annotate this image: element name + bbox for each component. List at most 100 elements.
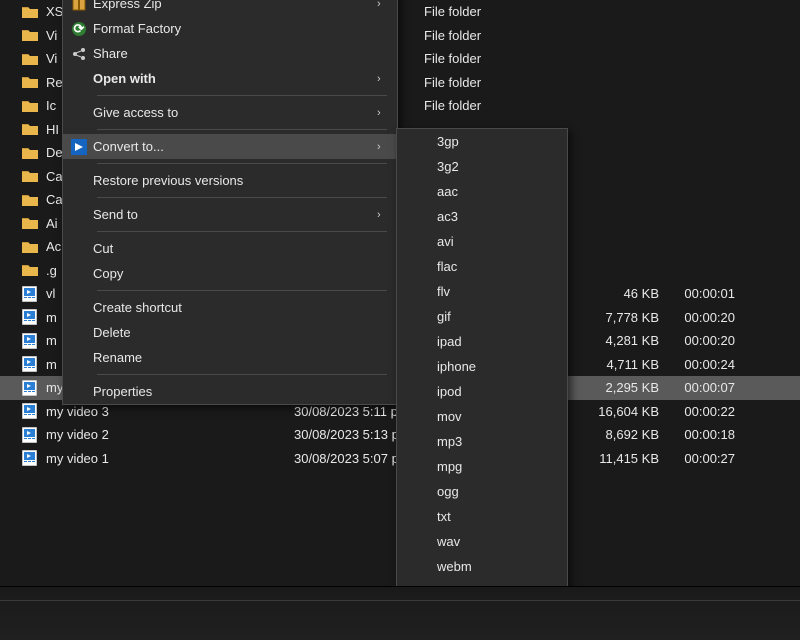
submenu-item-mov[interactable]: mov [397,404,567,429]
file-size: 16,604 KB [574,404,659,419]
folder-icon [22,192,40,208]
submenu-item-label: mpg [437,459,462,474]
submenu-item-wav[interactable]: wav [397,529,567,554]
video-file-icon [22,380,40,396]
file-size: 4,711 KB [574,357,659,372]
menu-item-label: Share [93,46,377,61]
submenu-item-mp3[interactable]: mp3 [397,429,567,454]
submenu-item-ipad[interactable]: ipad [397,329,567,354]
chevron-right-icon: › [377,107,387,119]
menu-item-delete[interactable]: Delete [63,320,397,345]
folder-icon [22,4,40,20]
file-name: my video 3 [46,404,294,419]
status-bar-inner [0,600,800,640]
submenu-item-ogg[interactable]: ogg [397,479,567,504]
menu-item-label: Create shortcut [93,300,377,315]
submenu-item-ipod[interactable]: ipod [397,379,567,404]
video-file-icon [22,333,40,349]
folder-icon [22,121,40,137]
submenu-item-label: gif [437,309,451,324]
submenu-item-label: ipod [437,384,462,399]
chevron-right-icon: › [377,141,387,153]
convert-icon [71,139,93,155]
submenu-item-label: txt [437,509,451,524]
folder-icon [22,168,40,184]
menu-separator [97,197,387,198]
file-size: 4,281 KB [574,333,659,348]
menu-separator [97,231,387,232]
menu-separator [97,290,387,291]
menu-item-label: Delete [93,325,377,340]
menu-item-share[interactable]: Share [63,41,397,66]
menu-item-restore-previous-versions[interactable]: Restore previous versions [63,168,397,193]
file-length: 00:00:27 [659,451,739,466]
menu-item-send-to[interactable]: Send to› [63,202,397,227]
chevron-right-icon: › [377,209,387,221]
video-file-icon [22,403,40,419]
folder-icon [22,145,40,161]
file-type: File folder [424,4,574,19]
file-name: my video 2 [46,427,294,442]
menu-item-label: Convert to... [93,139,377,154]
menu-item-format-factory[interactable]: ⟳Format Factory [63,16,397,41]
submenu-item-label: avi [437,234,454,249]
menu-item-label: Give access to [93,105,377,120]
menu-item-properties[interactable]: Properties [63,379,397,404]
menu-item-label: Cut [93,241,377,256]
file-length: 00:00:07 [659,380,739,395]
submenu-item-mpg[interactable]: mpg [397,454,567,479]
file-length: 00:00:01 [659,286,739,301]
menu-item-label: Open with [93,71,377,86]
chevron-right-icon: › [377,0,387,10]
submenu-item-3g2[interactable]: 3g2 [397,154,567,179]
menu-item-give-access-to[interactable]: Give access to› [63,100,397,125]
folder-icon [22,239,40,255]
submenu-item-avi[interactable]: avi [397,229,567,254]
submenu-item-txt[interactable]: txt [397,504,567,529]
menu-item-cut[interactable]: Cut [63,236,397,261]
submenu-item-webm[interactable]: webm [397,554,567,579]
menu-item-label: Properties [93,384,377,399]
menu-item-rename[interactable]: Rename [63,345,397,370]
submenu-item-label: ipad [437,334,462,349]
menu-item-open-with[interactable]: Open with› [63,66,397,91]
submenu-item-label: ogg [437,484,459,499]
file-length: 00:00:20 [659,333,739,348]
video-file-icon [22,286,40,302]
file-type: File folder [424,75,574,90]
menu-item-convert-to[interactable]: Convert to...› [63,134,397,159]
format-factory-icon: ⟳ [71,21,93,37]
menu-item-label: Format Factory [93,21,377,36]
context-menu: Express Zip›⟳Format FactoryShareOpen wit… [62,0,398,405]
menu-item-label: Send to [93,207,377,222]
submenu-item-iphone[interactable]: iphone [397,354,567,379]
submenu-item-label: 3gp [437,134,459,149]
file-length: 00:00:24 [659,357,739,372]
menu-item-copy[interactable]: Copy [63,261,397,286]
video-file-icon [22,450,40,466]
menu-item-label: Express Zip [93,0,377,11]
file-type: File folder [424,51,574,66]
submenu-item-ac3[interactable]: ac3 [397,204,567,229]
submenu-item-flac[interactable]: flac [397,254,567,279]
menu-item-label: Copy [93,266,377,281]
video-file-icon [22,427,40,443]
submenu-item-label: flac [437,259,457,274]
submenu-item-label: iphone [437,359,476,374]
file-size: 2,295 KB [574,380,659,395]
submenu-item-flv[interactable]: flv [397,279,567,304]
folder-icon [22,51,40,67]
file-size: 46 KB [574,286,659,301]
menu-item-express-zip[interactable]: Express Zip› [63,0,397,16]
folder-icon [22,27,40,43]
submenu-item-aac[interactable]: aac [397,179,567,204]
menu-separator [97,95,387,96]
submenu-item-3gp[interactable]: 3gp [397,129,567,154]
menu-separator [97,374,387,375]
file-length: 00:00:22 [659,404,739,419]
file-size: 11,415 KB [574,451,659,466]
menu-item-label: Restore previous versions [93,173,377,188]
menu-item-create-shortcut[interactable]: Create shortcut [63,295,397,320]
file-size: 7,778 KB [574,310,659,325]
submenu-item-gif[interactable]: gif [397,304,567,329]
